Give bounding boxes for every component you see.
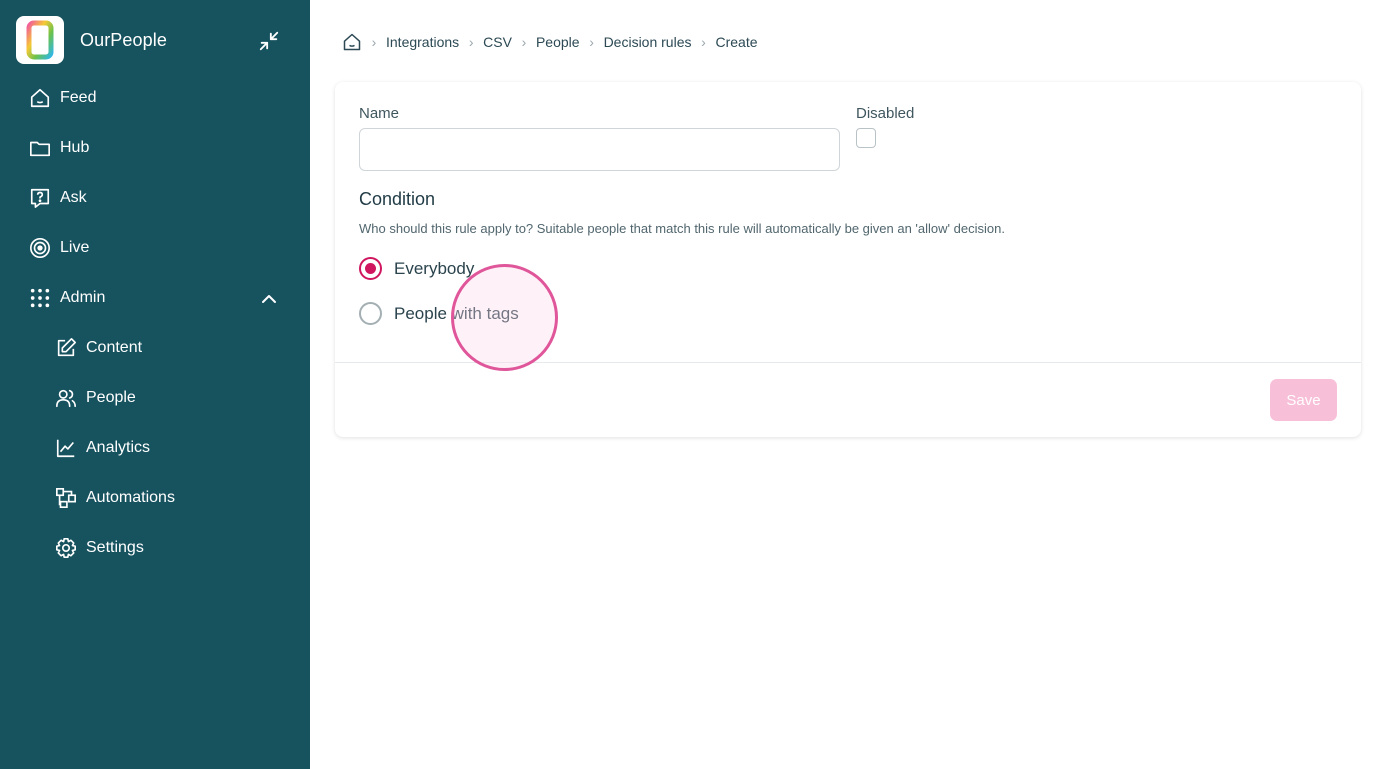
sidebar-item-label: Automations	[86, 489, 175, 506]
users-icon	[54, 386, 78, 410]
target-icon	[28, 236, 52, 260]
sidebar-item-label: People	[86, 389, 136, 406]
sidebar-item-label: Hub	[60, 139, 90, 156]
chevron-right-icon: ›	[521, 34, 527, 50]
chevron-right-icon: ›	[371, 34, 377, 50]
radio-label: People with tags	[394, 303, 519, 323]
sidebar-item-label: Feed	[60, 89, 97, 106]
breadcrumb-people[interactable]: People	[536, 34, 580, 50]
home-icon[interactable]	[342, 32, 362, 52]
folder-icon	[28, 136, 52, 160]
home-icon	[28, 86, 52, 110]
sidebar-item-live[interactable]: Live	[28, 233, 89, 263]
gear-icon	[54, 536, 78, 560]
sidebar: OurPeople Feed Hub Ask Live Admin Conten…	[0, 0, 310, 769]
breadcrumb: › Integrations › CSV › People › Decision…	[342, 30, 758, 54]
radio-selected-icon[interactable]	[359, 257, 382, 280]
sidebar-item-label: Admin	[60, 289, 106, 306]
chevron-right-icon: ›	[701, 34, 706, 50]
sidebar-item-label: Ask	[60, 189, 87, 206]
decision-rule-form: Name Disabled Condition Who should this …	[335, 82, 1361, 437]
radio-everybody[interactable]: Everybody	[359, 257, 474, 280]
name-input[interactable]	[359, 128, 840, 171]
breadcrumb-create: Create	[715, 34, 758, 50]
condition-help-text: Who should this rule apply to? Suitable …	[359, 221, 1005, 236]
minimize-arrows-icon[interactable]	[256, 28, 282, 54]
disabled-label: Disabled	[856, 105, 915, 122]
disabled-checkbox[interactable]	[856, 128, 876, 148]
sidebar-item-label: Live	[60, 239, 90, 256]
condition-title: Condition	[359, 189, 436, 209]
ourpeople-logo-icon	[16, 16, 64, 64]
sidebar-item-admin[interactable]: Admin	[28, 283, 105, 313]
edit-icon	[54, 336, 78, 360]
breadcrumb-decision-rules[interactable]: Decision rules	[604, 34, 692, 50]
sidebar-item-analytics[interactable]: Analytics	[54, 433, 150, 463]
chevron-up-icon[interactable]	[258, 290, 280, 308]
question-icon	[28, 186, 52, 210]
sidebar-item-label: Settings	[86, 539, 144, 556]
divider	[335, 362, 1361, 363]
brand[interactable]: OurPeople	[16, 16, 167, 64]
grid-dots-icon	[28, 286, 52, 310]
sidebar-item-hub[interactable]: Hub	[28, 133, 89, 163]
sidebar-item-label: Content	[86, 339, 143, 356]
name-label: Name	[359, 105, 400, 122]
chart-line-icon	[54, 436, 78, 460]
save-button[interactable]: Save	[1270, 379, 1337, 421]
radio-label: Everybody	[394, 258, 475, 278]
breadcrumb-integrations[interactable]: Integrations	[386, 34, 459, 50]
sidebar-item-people[interactable]: People	[54, 383, 136, 413]
sidebar-item-label: Analytics	[86, 439, 151, 456]
sidebar-item-feed[interactable]: Feed	[28, 83, 96, 113]
sidebar-item-ask[interactable]: Ask	[28, 183, 87, 213]
radio-people-with-tags[interactable]: People with tags	[359, 302, 519, 325]
radio-unselected-icon[interactable]	[359, 302, 382, 325]
chevron-right-icon: ›	[589, 34, 594, 50]
sidebar-item-automations[interactable]: Automations	[54, 483, 175, 513]
chevron-right-icon: ›	[468, 34, 474, 50]
workflow-icon	[54, 486, 78, 510]
breadcrumb-csv[interactable]: CSV	[483, 34, 512, 50]
sidebar-item-settings[interactable]: Settings	[54, 533, 144, 563]
sidebar-item-content[interactable]: Content	[54, 333, 142, 363]
app-name: OurPeople	[80, 29, 167, 50]
